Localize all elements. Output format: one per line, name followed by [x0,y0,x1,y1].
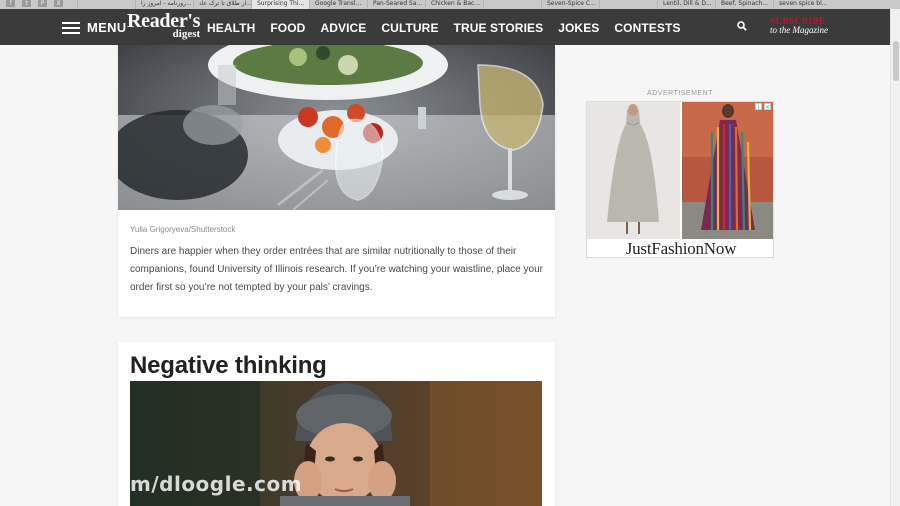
adchoices-icon[interactable]: i [755,103,762,111]
page-scrollbar[interactable] [890,9,900,506]
ad-choices: i × [755,103,771,111]
menu-button[interactable]: MENU [62,20,126,35]
browser-tab[interactable]: روزنامه - امروز را... [135,0,193,9]
photo-credit: Yulia Grigoryeva/Shutterstock [130,225,236,234]
nav-contests[interactable]: CONTESTS [614,21,680,35]
browser-tab[interactable]: از طلاق تا ترک عاد... [193,0,251,9]
browser-tab[interactable]: Seven-Spice C... [541,0,599,9]
hamburger-icon [62,21,80,34]
nav-food[interactable]: FOOD [270,21,305,35]
browser-tab[interactable]: Lentil, Dill & D... [657,0,715,9]
subscribe-link[interactable]: SUBSCRIBE to the Magazine [770,16,828,36]
nav-culture[interactable]: CULTURE [381,21,438,35]
search-icon[interactable] [737,21,747,31]
watermark: m/dloogle.com [130,472,303,496]
browser-tab[interactable]: seven spice bl... [773,0,831,9]
section-heading: Negative thinking [130,352,327,379]
article-caption: Diners are happier when they order entré… [130,246,543,293]
menu-label: MENU [87,20,127,35]
close-icon[interactable]: × [764,103,771,111]
ad-brand: JustFashionNow [625,239,737,258]
dinner-table-photo [118,45,555,210]
bookmark-f-icon[interactable]: f [6,0,15,7]
readers-digest-logo[interactable]: Reader's digest [127,11,200,40]
browser-tab[interactable]: Beef, Spinach... [715,0,773,9]
browser-tab[interactable]: Google Transl... [309,0,367,9]
browser-tab[interactable]: Pan-Seared Sa... [367,0,425,9]
browser-tab[interactable] [77,0,135,9]
browser-tab[interactable]: Chicken & Bac... [425,0,483,9]
subscribe-sub-label: to the Magazine [770,25,828,36]
bookmark-x-icon[interactable]: X [54,0,63,7]
tabs: روزنامه - امروز را... از طلاق تا ترک عاد.… [77,0,831,9]
nav-jokes[interactable]: JOKES [558,21,599,35]
bookmark-t-icon[interactable]: t [22,0,31,7]
browser-tab[interactable] [599,0,657,9]
nav-health[interactable]: HEALTH [207,21,255,35]
nav-advice[interactable]: ADVICE [320,21,366,35]
article-card: Yulia Grigoryeva/Shutterstock Diners are… [118,45,555,317]
site-header: MENU Reader's digest HEALTH FOOD ADVICE … [0,9,890,45]
scrollbar-thumb[interactable] [893,41,899,81]
browser-tab-strip: f t P X روزنامه - امروز را... از طلاق تا … [0,0,900,9]
nav-true-stories[interactable]: TRUE STORIES [454,21,544,35]
bookmark-icons: f t P X [0,0,63,9]
browser-tab[interactable] [483,0,541,9]
browser-tab[interactable]: Surprising Thi... [251,0,309,9]
bookmark-p-icon[interactable]: P [38,0,47,7]
main-nav: HEALTH FOOD ADVICE CULTURE TRUE STORIES … [207,21,681,35]
fashion-ad[interactable]: i × JustFashionNow [586,101,774,258]
advertisement-label: ADVERTISEMENT [647,90,713,97]
ad-dresses-image [587,102,773,239]
